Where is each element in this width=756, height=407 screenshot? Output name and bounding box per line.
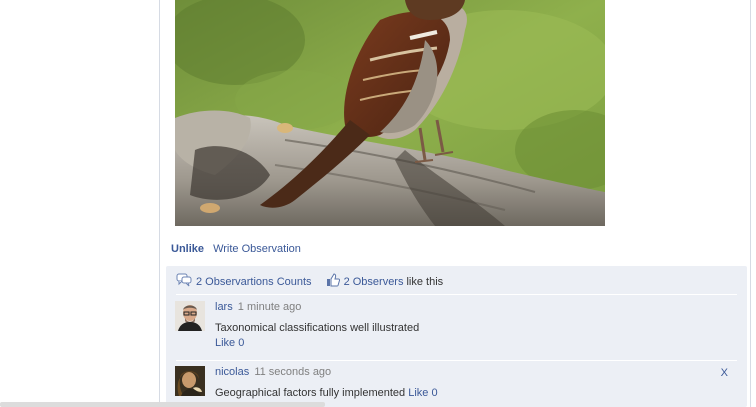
post-actions: Unlike Write Observation: [171, 243, 301, 255]
content-right-border: [750, 0, 751, 407]
comment-time: 1 minute ago: [237, 301, 302, 313]
comment-like-link[interactable]: Like 0: [215, 337, 244, 349]
comment-body: lars 1 minute ago Taxonomical classifica…: [215, 301, 419, 349]
unlike-link[interactable]: Unlike: [171, 243, 204, 255]
thumbs-up-icon: [326, 273, 340, 290]
content-left-border: [159, 0, 160, 407]
divider: [176, 360, 737, 361]
comment-text-line: Geographical factors fully implemented L…: [215, 387, 438, 399]
comment-time: 11 seconds ago: [254, 366, 332, 378]
observation-post: Unlike Write Observation 2 Observartions…: [0, 0, 756, 407]
comment-author[interactable]: nicolas: [215, 366, 249, 378]
avatar[interactable]: [175, 366, 205, 396]
speech-bubbles-icon: [176, 273, 192, 290]
comment-text: Taxonomical classifications well illustr…: [215, 322, 420, 334]
observers-suffix: like this: [406, 275, 444, 288]
comment-like-link[interactable]: Like 0: [408, 387, 437, 399]
comment-author[interactable]: lars: [215, 301, 233, 313]
feedback-summary: 2 Observartions Counts 2 Observers like …: [176, 273, 443, 290]
divider: [176, 294, 737, 295]
comment-body: nicolas 11 seconds ago Geographical fact…: [215, 366, 438, 399]
observers-link[interactable]: 2 Observers: [344, 276, 404, 288]
observation-counts-link[interactable]: 2 Observartions Counts: [196, 276, 312, 288]
delete-comment-button[interactable]: X: [721, 367, 728, 379]
sparrow-photo[interactable]: [175, 0, 605, 226]
horizontal-scrollbar[interactable]: [0, 402, 325, 407]
write-observation-link[interactable]: Write Observation: [213, 243, 301, 255]
avatar[interactable]: [175, 301, 205, 331]
feedback-panel: 2 Observartions Counts 2 Observers like …: [166, 266, 747, 407]
comment-text: Geographical factors fully implemented: [215, 387, 406, 399]
